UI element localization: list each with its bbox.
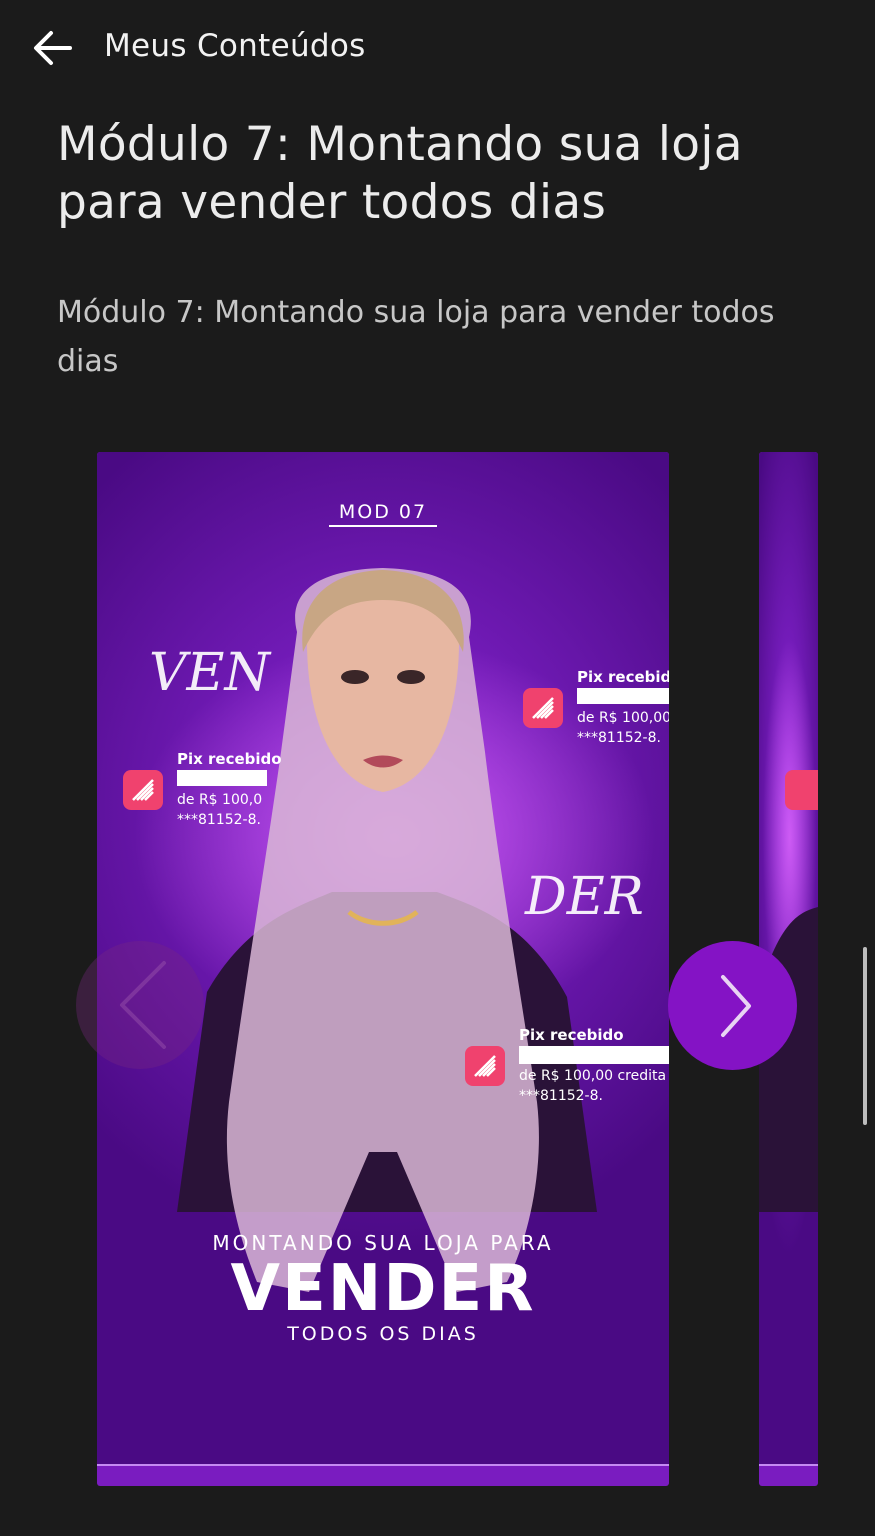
notification-3-title: Pix recebido <box>519 1026 624 1044</box>
vertical-scrollbar[interactable] <box>863 947 867 1125</box>
module-title: Módulo 7: Montando sua loja para vender … <box>57 117 743 230</box>
cover-tag: MOD 07 <box>339 501 427 523</box>
app-bar-title: Meus Conteúdos <box>104 28 366 64</box>
arrow-left-icon <box>34 31 72 65</box>
chevron-right-icon <box>720 974 751 1037</box>
carousel-prev-button[interactable] <box>76 941 204 1069</box>
module-description: Módulo 7: Montando sua loja para vender … <box>57 295 775 379</box>
cover-script-word-1: VEN <box>149 643 272 703</box>
notification-2-line1: de R$ 100,00 <box>577 710 669 726</box>
notification-1-line1: de R$ 100,0 <box>177 792 262 808</box>
cover-headline-bottom: TODOS OS DIAS <box>286 1323 479 1345</box>
notification-3-line2: ***81152-8. <box>519 1088 603 1104</box>
notification-1-line2: ***81152-8. <box>177 812 261 828</box>
notification-1-title: Pix recebido <box>177 750 282 768</box>
carousel-next-button[interactable] <box>668 941 797 1070</box>
top-app-bar: Meus Conteúdos <box>0 0 875 96</box>
card-base <box>97 1466 669 1486</box>
notification-2-title: Pix recebido <box>577 668 669 686</box>
notification-3-line1: de R$ 100,00 credita <box>519 1068 666 1084</box>
chevron-left-icon <box>120 961 166 1049</box>
cover-script-word-2: DER <box>524 867 644 927</box>
next-card-base <box>759 1466 818 1486</box>
module-carousel: MOD 07 VEN DER Pix recebido de R$ 100,0 … <box>0 450 875 1490</box>
back-button[interactable] <box>26 22 78 74</box>
notification-2-line2: ***81152-8. <box>577 730 661 746</box>
cover-headline-main: VENDER <box>231 1252 536 1326</box>
